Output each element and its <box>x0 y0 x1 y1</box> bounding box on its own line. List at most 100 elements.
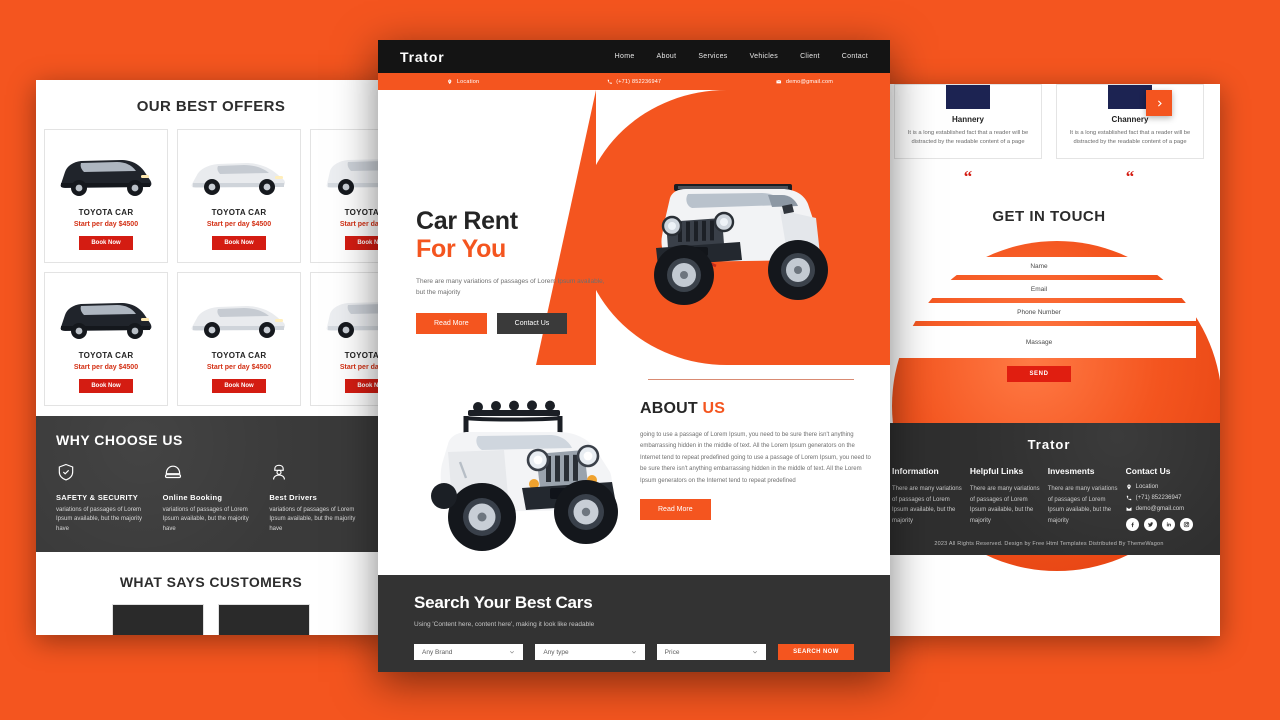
contact-bar-location[interactable]: Location <box>378 79 549 85</box>
chevron-down-icon <box>753 651 757 654</box>
about-heading-main: ABOUT <box>640 400 698 417</box>
send-button[interactable]: SEND <box>1007 366 1071 383</box>
offer-card[interactable]: TOYOTA CAR Start per day $4500 Book Now <box>310 272 386 406</box>
feature-title: Online Booking <box>162 493 223 502</box>
customer-photo-card <box>112 603 204 635</box>
customer-photo <box>219 604 309 635</box>
contact-form: Name Email Phone Number Massage SEND <box>878 233 1220 383</box>
offer-card[interactable]: TOYOTA CAR Start per day $4500 Book Now <box>44 272 168 406</box>
phone-icon <box>607 79 612 84</box>
name-field[interactable]: Name <box>882 257 1196 276</box>
search-now-button[interactable]: SEARCH NOW <box>777 644 854 660</box>
footer-column-contact: Contact Us Location (+71) 852236947 demo… <box>1125 466 1206 532</box>
contact-bar-text: (+71) 852236947 <box>616 78 662 85</box>
offer-card[interactable]: TOYOTA CAR Start per day $4500 Book Now <box>44 129 168 263</box>
offer-title: TOYOTA CAR <box>211 351 267 360</box>
hero-title-line1: Car Rent <box>416 207 518 235</box>
nav-item-home[interactable]: Home <box>615 53 635 60</box>
search-section: Search Your Best Cars Using 'Content her… <box>378 575 890 672</box>
book-now-button[interactable]: Book Now <box>79 379 133 393</box>
offer-card[interactable]: TOYOTA CAR Start per day $4500 Book Now <box>177 129 301 263</box>
contact-bar-email[interactable]: demo@gmail.com <box>719 79 890 85</box>
message-field[interactable]: Massage <box>882 326 1196 359</box>
nav-item-contact[interactable]: Contact <box>842 53 868 60</box>
feature-title: SAFETY & SECURITY <box>56 493 139 502</box>
footer-contact-text: (+71) 852236947 <box>1135 495 1182 502</box>
feature-text: variations of passages of Lorem Ipsum av… <box>56 507 143 532</box>
footer-contact-text: Location <box>1135 484 1159 491</box>
instagram-icon <box>1183 522 1189 528</box>
helmet-icon <box>164 465 181 479</box>
book-now-button[interactable]: Book Now <box>212 379 266 393</box>
footer-column-information: Information There are many variations of… <box>892 466 962 531</box>
brand-select-value: Any Brand <box>422 648 453 656</box>
offer-price: Start per day $4500 <box>206 364 272 371</box>
nav-item-vehicles[interactable]: Vehicles <box>750 53 778 60</box>
about-read-more-button[interactable]: Read More <box>640 498 711 520</box>
footer-column-text: There are many variations of passages of… <box>892 486 962 524</box>
contact-bar-text: Location <box>456 78 480 85</box>
email-field[interactable]: Email <box>882 280 1196 299</box>
phone-field[interactable]: Phone Number <box>882 303 1196 322</box>
hero-paragraph: There are many variations of passages of… <box>416 278 605 297</box>
car-image-sedan-white <box>184 140 294 202</box>
get-in-touch-heading: GET IN TOUCH <box>992 208 1106 226</box>
about-section: ABOUT US going to use a passage of Lorem… <box>378 380 890 575</box>
feature-title: Best Drivers <box>269 493 318 502</box>
book-now-button[interactable]: Book Now <box>79 236 133 250</box>
read-more-button[interactable]: Read More <box>416 312 487 334</box>
type-select[interactable]: Any type <box>535 644 645 660</box>
footer-contact-text: demo@gmail.com <box>1135 506 1185 513</box>
nav-item-client[interactable]: Client <box>800 53 820 60</box>
offer-title: TOYOTA CAR <box>344 208 386 217</box>
right-background-page: Hannery It is a long established fact th… <box>878 84 1220 636</box>
facebook-link[interactable] <box>1125 518 1139 532</box>
contact-bar-phone[interactable]: (+71) 852236947 <box>549 79 720 85</box>
twitter-link[interactable] <box>1143 518 1157 532</box>
twitter-icon <box>1147 522 1153 528</box>
footer-column-heading: Invesments <box>1047 466 1095 477</box>
offer-price: Start per day $4500 <box>73 221 139 228</box>
social-links <box>1125 518 1206 532</box>
hero-jeep-image <box>654 184 828 305</box>
footer-columns: Information There are many variations of… <box>892 466 1206 532</box>
feature-text: variations of passages of Lorem Ipsum av… <box>162 507 249 532</box>
testimonial-name: Hannery <box>951 115 984 124</box>
book-now-button[interactable]: Book Now <box>212 236 266 250</box>
offer-card[interactable]: TOYOTA CAR Start per day $4500 Book Now <box>310 129 386 263</box>
footer-brand: Trator <box>1027 437 1071 453</box>
why-choose-us-heading: WHY CHOOSE US <box>56 432 183 448</box>
offer-price: Start per day $4500 <box>206 221 272 228</box>
footer-contact-email: demo@gmail.com <box>1126 506 1206 512</box>
feature-text: variations of passages of Lorem Ipsum av… <box>269 507 356 532</box>
customer-photo <box>113 604 203 635</box>
footer-column-heading: Information <box>892 466 939 477</box>
instagram-link[interactable] <box>1179 518 1193 532</box>
center-foreground-page: Trator Home About Services Vehicles Clie… <box>378 40 890 672</box>
feature-item-best-drivers: Best Drivers variations of passages of L… <box>269 462 366 534</box>
logo[interactable]: Trator <box>400 49 444 65</box>
offer-card[interactable]: TOYOTA CAR Start per day $4500 Book Now <box>177 272 301 406</box>
offer-price: Start per day $4500 <box>73 364 139 371</box>
linkedin-link[interactable] <box>1161 518 1175 532</box>
search-heading: Search Your Best Cars <box>414 593 593 612</box>
nav-item-services[interactable]: Services <box>698 53 727 60</box>
customers-row <box>36 603 386 635</box>
brand-select[interactable]: Any Brand <box>414 644 524 660</box>
offer-title: TOYOTA CAR <box>78 208 134 217</box>
about-jeep-image <box>431 400 618 551</box>
why-choose-us-grid: SAFETY & SECURITY variations of passages… <box>56 462 366 534</box>
feature-item-safety: SAFETY & SECURITY variations of passages… <box>56 462 153 534</box>
price-select[interactable]: Price <box>656 644 766 660</box>
testimonial-text: It is a long established fact that a rea… <box>1069 130 1191 146</box>
about-heading: ABOUT US <box>640 400 872 418</box>
shield-check-icon <box>58 463 74 481</box>
customer-photo-card <box>218 603 310 635</box>
footer-contact-phone: (+71) 852236947 <box>1126 495 1206 501</box>
nav-item-about[interactable]: About <box>657 53 677 60</box>
car-image-suv-dark <box>51 140 161 202</box>
hero-buttons: Read More Contact Us <box>416 312 636 334</box>
contact-us-button[interactable]: Contact Us <box>496 312 568 334</box>
carousel-next-button[interactable] <box>1146 90 1172 116</box>
price-select-value: Price <box>664 648 680 656</box>
